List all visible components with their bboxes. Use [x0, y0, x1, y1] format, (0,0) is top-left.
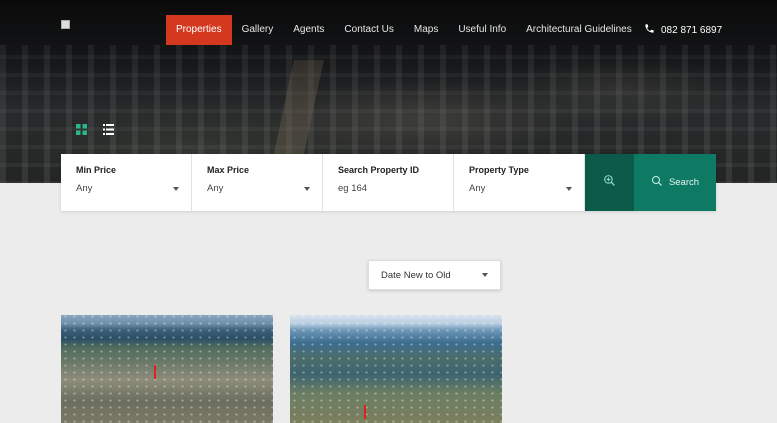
caret-down-icon	[173, 187, 179, 191]
caret-down-icon	[304, 187, 310, 191]
grid-view-icon[interactable]	[76, 122, 87, 135]
card-photo-texture	[290, 315, 502, 423]
min-price-value: Any	[76, 183, 93, 194]
plot-marker	[364, 405, 366, 419]
zoom-plus-icon	[603, 174, 616, 192]
property-type-value: Any	[469, 183, 486, 194]
caret-down-icon	[482, 273, 488, 277]
max-price-value: Any	[207, 183, 224, 194]
property-type-select[interactable]: Property Type Any	[454, 154, 585, 211]
search-icon	[651, 175, 663, 190]
nav-item-agents[interactable]: Agents	[283, 15, 334, 45]
site-logo[interactable]	[61, 20, 70, 29]
min-price-label: Min Price	[76, 165, 117, 175]
nav-item-maps[interactable]: Maps	[404, 15, 448, 45]
search-button[interactable]: Search	[634, 154, 716, 211]
max-price-select[interactable]: Max Price Any	[192, 154, 323, 211]
advanced-search-button[interactable]	[585, 154, 634, 211]
min-price-select[interactable]: Min Price Any	[61, 154, 192, 211]
plot-marker	[154, 365, 156, 379]
max-price-label: Max Price	[207, 165, 250, 175]
property-id-label: Search Property ID	[338, 165, 420, 175]
property-type-label: Property Type	[469, 165, 529, 175]
list-view-icon[interactable]	[103, 122, 114, 135]
nav-item-useful-info[interactable]: Useful Info	[448, 15, 516, 45]
sort-selected-value: Date New to Old	[381, 269, 451, 281]
property-card-image[interactable]	[290, 315, 502, 423]
nav-item-gallery[interactable]: Gallery	[232, 15, 284, 45]
property-id-input[interactable]: eg 164	[338, 183, 438, 194]
search-button-label: Search	[668, 177, 700, 188]
nav-item-properties[interactable]: Properties	[166, 15, 232, 45]
sort-select[interactable]: Date New to Old	[368, 260, 501, 290]
property-search-bar: Min Price Any Max Price Any Search Prope…	[61, 154, 716, 211]
phone-icon	[644, 23, 655, 37]
nav-item-contact-us[interactable]: Contact Us	[334, 15, 403, 45]
card-photo-texture	[61, 315, 273, 423]
nav-item-architectural-guidelines[interactable]: Architectural Guidelines	[516, 15, 642, 45]
property-card-image[interactable]	[61, 315, 273, 423]
phone-number: 082 871 6897	[661, 24, 723, 36]
property-id-field[interactable]: Search Property ID eg 164	[323, 154, 454, 211]
caret-down-icon	[566, 187, 572, 191]
view-toggle	[76, 122, 114, 135]
main-nav: Properties Gallery Agents Contact Us Map…	[166, 15, 642, 45]
phone-link[interactable]: 082 871 6897	[644, 23, 722, 37]
